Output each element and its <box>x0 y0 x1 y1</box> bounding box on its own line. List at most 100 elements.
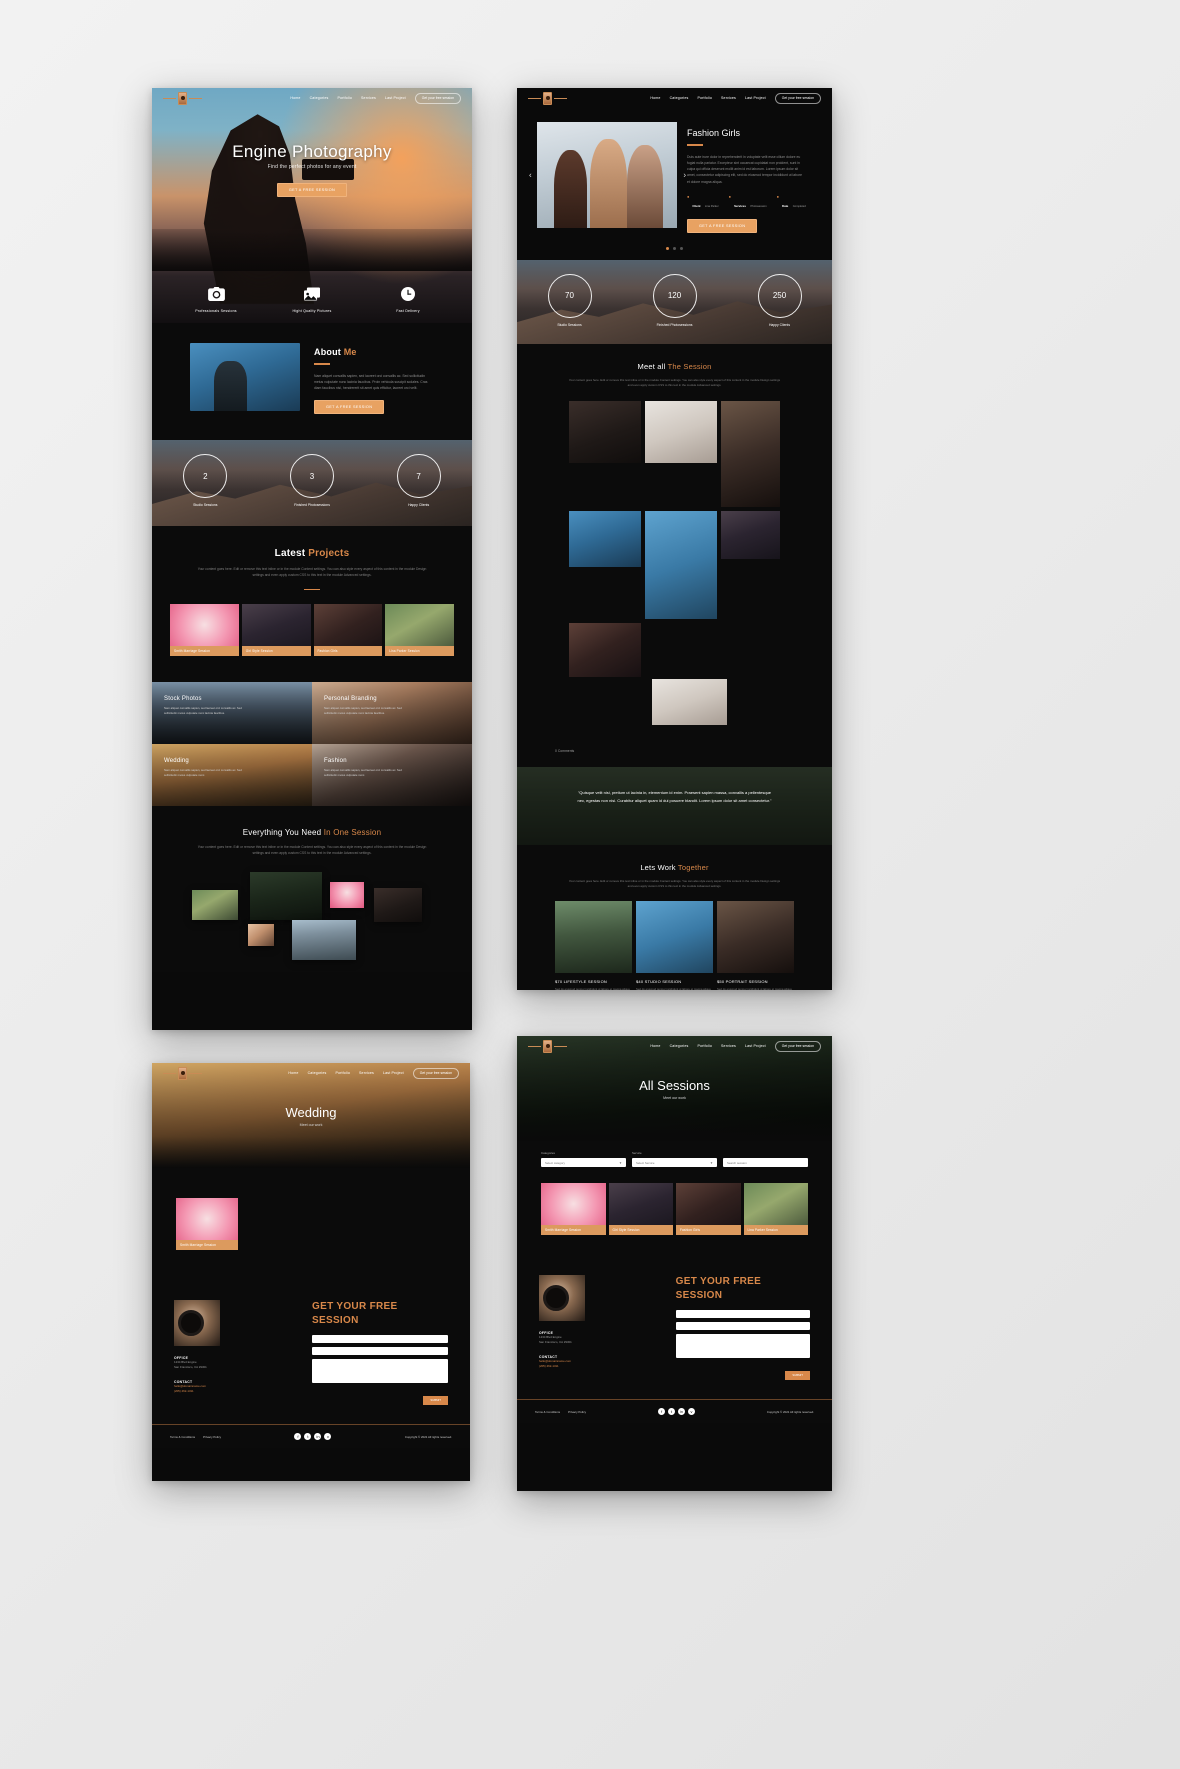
footer-link-privacy[interactable]: Privacy Policy <box>203 1435 221 1439</box>
slider-dot[interactable] <box>673 246 676 250</box>
gallery-photo[interactable] <box>652 678 727 725</box>
gallery-photo[interactable] <box>720 510 780 559</box>
submit-button[interactable]: SUBMIT <box>785 1370 810 1380</box>
service-select[interactable]: Select Service ▼ <box>632 1158 717 1167</box>
scatter-photo[interactable] <box>292 920 356 961</box>
scatter-photo[interactable] <box>330 882 364 909</box>
message-field[interactable] <box>312 1359 448 1383</box>
submit-button[interactable]: SUBMIT <box>423 1395 448 1405</box>
scatter-photo[interactable] <box>248 924 274 947</box>
project-caption: Girl Style Session <box>241 646 311 657</box>
chevron-left-icon[interactable]: ‹ <box>529 171 532 180</box>
hero-cta-button[interactable]: GET A FREE SESSION <box>276 183 348 197</box>
logo[interactable] <box>163 1066 202 1080</box>
logo[interactable] <box>528 91 567 105</box>
nav-cta-button[interactable]: Get your free session <box>412 1067 459 1079</box>
email-field[interactable] <box>312 1347 448 1355</box>
linkedin-icon[interactable]: in <box>677 1408 685 1415</box>
contact-phone[interactable]: (205) 462-1311 <box>539 1364 664 1369</box>
slider-dot[interactable] <box>680 246 683 250</box>
name-field[interactable] <box>675 1310 810 1318</box>
project-card[interactable]: Smith Marriage Session <box>176 1198 238 1250</box>
logo[interactable] <box>528 1039 567 1053</box>
nav-item-last-project[interactable]: Last Project <box>385 96 406 100</box>
cta-section: OFFICE 1234 Blvd Engine San Francisco, C… <box>152 1280 470 1448</box>
nav-item-services[interactable]: Services <box>721 1044 736 1048</box>
nav-item-portfolio[interactable]: Portfolio <box>337 96 352 100</box>
stat-label: Studio Sessions <box>193 503 218 508</box>
name-field[interactable] <box>312 1335 448 1343</box>
nav-item-home[interactable]: Home <box>290 96 300 100</box>
project-card[interactable]: Fashion Girls <box>313 604 383 657</box>
scatter-photo[interactable] <box>374 888 422 923</box>
nav-cta-button[interactable]: Get your free session <box>774 1040 821 1052</box>
nav-item-portfolio[interactable]: Portfolio <box>697 1044 712 1048</box>
scatter-photo[interactable] <box>192 890 238 921</box>
session-card[interactable]: Fashion Girls <box>676 1183 741 1235</box>
photographer-avatar <box>174 1300 220 1346</box>
facebook-icon[interactable]: f <box>294 1433 302 1440</box>
logo-bar-left <box>163 1072 176 1074</box>
nav-cta-button[interactable]: Get your free session <box>774 92 821 104</box>
nav-item-home[interactable]: Home <box>650 1044 660 1048</box>
nav-item-services[interactable]: Services <box>721 96 736 100</box>
nav-item-categories[interactable]: Categories <box>310 96 329 100</box>
twitter-icon[interactable]: t <box>667 1408 675 1415</box>
gallery-photo[interactable] <box>644 400 717 463</box>
nav-item-categories[interactable]: Categories <box>670 1044 689 1048</box>
nav-item-categories[interactable]: Categories <box>670 96 689 100</box>
session-card[interactable]: Smith Marriage Session <box>541 1183 606 1235</box>
nav-item-categories[interactable]: Categories <box>308 1071 327 1075</box>
footer-link-privacy[interactable]: Privacy Policy <box>568 1410 586 1414</box>
filter-search: Search session <box>723 1151 808 1167</box>
nav-item-last-project[interactable]: Last Project <box>383 1071 404 1075</box>
project-cta-button[interactable]: GET A FREE SESSION <box>687 218 758 233</box>
vimeo-icon[interactable]: v <box>687 1408 695 1415</box>
session-card[interactable]: Girl Style Session <box>608 1183 673 1235</box>
scatter-photo[interactable] <box>250 872 322 921</box>
gallery-photo[interactable] <box>569 510 641 567</box>
nav-item-portfolio[interactable]: Portfolio <box>335 1071 350 1075</box>
service-personal-branding[interactable]: Personal Branding Nam aliquet convallis … <box>312 682 472 745</box>
nav-item-services[interactable]: Services <box>361 96 376 100</box>
facebook-icon[interactable]: f <box>657 1408 665 1415</box>
chevron-down-icon: ▼ <box>710 1160 713 1165</box>
gallery-photo[interactable] <box>569 622 641 677</box>
gallery-photo[interactable] <box>569 400 641 463</box>
contact-phone[interactable]: (205) 462-1311 <box>174 1389 300 1394</box>
service-fashion[interactable]: Fashion Nam aliquet convallis sapien, se… <box>312 744 472 807</box>
lets-work-title: Lets Work Together <box>640 862 709 872</box>
category-select[interactable]: Select category ▼ <box>541 1158 626 1167</box>
project-card[interactable]: Girl Style Session <box>241 604 311 657</box>
search-input[interactable]: Search session <box>723 1158 808 1167</box>
service-stock-photos[interactable]: Stock Photos Nam aliquet convallis sapie… <box>152 682 312 745</box>
session-caption: Smith Marriage Session <box>541 1225 606 1235</box>
chevron-right-icon[interactable]: › <box>683 171 686 180</box>
service-wedding[interactable]: Wedding Nam aliquet convallis sapien, se… <box>152 744 312 807</box>
project-card[interactable]: Lina Parker Session <box>385 604 454 657</box>
price-card[interactable]: $50 PORTRAIT SESSION Sed do eiusmod temp… <box>717 901 794 990</box>
message-field[interactable] <box>675 1334 810 1358</box>
nav-cta-button[interactable]: Get your free session <box>414 92 461 104</box>
email-field[interactable] <box>675 1322 810 1330</box>
nav-item-services[interactable]: Services <box>359 1071 374 1075</box>
gallery-photo[interactable] <box>720 400 780 507</box>
nav-item-home[interactable]: Home <box>650 96 660 100</box>
price-card[interactable]: $70 LIFESTYLE SESSION Sed do eiusmod tem… <box>555 901 632 990</box>
vimeo-icon[interactable]: v <box>324 1433 332 1440</box>
footer-link-terms[interactable]: Terms & Conditions <box>170 1435 195 1439</box>
footer-link-terms[interactable]: Terms & Conditions <box>535 1410 560 1414</box>
project-card[interactable]: Smith Marriage Session <box>170 604 239 657</box>
nav-item-home[interactable]: Home <box>288 1071 298 1075</box>
price-card[interactable]: $40 STUDIO SESSION Sed do eiusmod tempor… <box>636 901 713 990</box>
about-cta-button[interactable]: GET A FREE SESSION <box>314 400 385 415</box>
session-card[interactable]: Lina Parker Session <box>743 1183 808 1235</box>
slider-dot-active[interactable] <box>666 246 669 250</box>
nav-item-last-project[interactable]: Last Project <box>745 96 766 100</box>
nav-item-last-project[interactable]: Last Project <box>745 1044 766 1048</box>
logo[interactable] <box>163 91 202 105</box>
linkedin-icon[interactable]: in <box>314 1433 322 1440</box>
twitter-icon[interactable]: t <box>304 1433 312 1440</box>
nav-item-portfolio[interactable]: Portfolio <box>697 96 712 100</box>
gallery-photo[interactable] <box>644 510 717 619</box>
